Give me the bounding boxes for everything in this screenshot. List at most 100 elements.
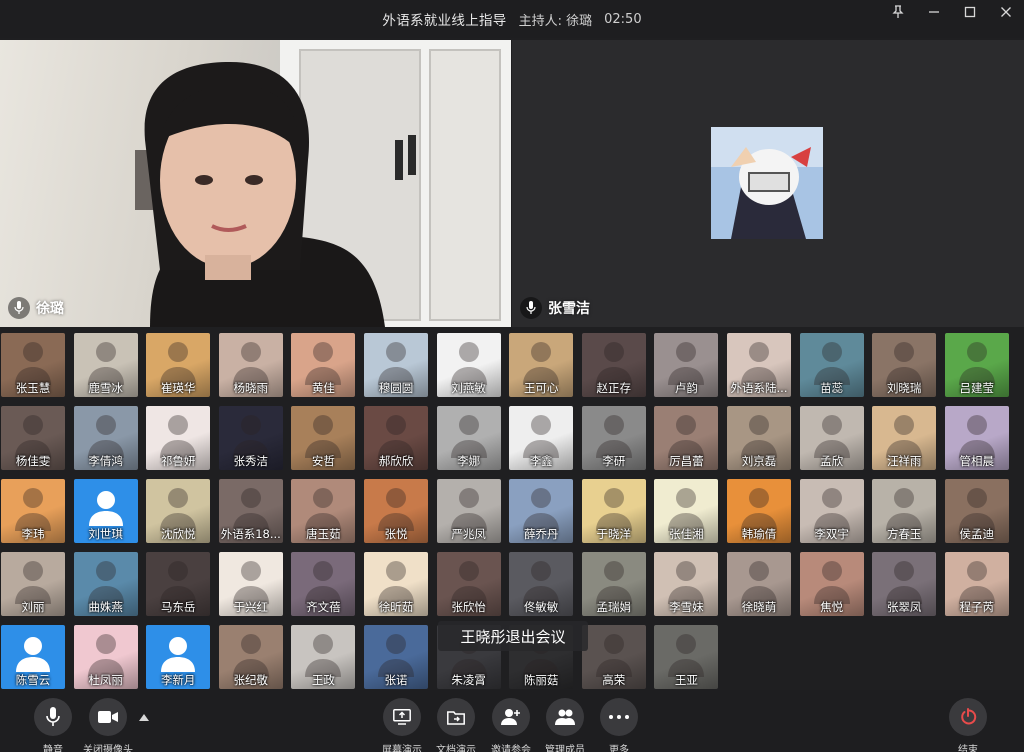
participant-tile[interactable]: 刘燕敏	[436, 333, 501, 397]
maximize-button[interactable]	[952, 0, 988, 24]
participant-tile[interactable]: 管相晨	[944, 406, 1009, 470]
participant-tile[interactable]: 刘世琪	[73, 479, 138, 543]
participant-tile[interactable]: 侯孟迪	[944, 479, 1009, 543]
avatar-photo-icon	[305, 342, 342, 386]
participant-tile[interactable]: 薛乔丹	[509, 479, 574, 543]
avatar-photo-icon	[958, 488, 995, 532]
participant-tile[interactable]: 李新月	[146, 625, 211, 689]
participant-tile[interactable]: 刘京磊	[727, 406, 791, 470]
close-button[interactable]	[988, 0, 1024, 24]
participant-tile[interactable]: 杨佳雯	[1, 406, 65, 470]
avatar-photo-icon	[305, 488, 342, 532]
participant-tile[interactable]: 张悦	[364, 479, 428, 543]
participant-tile[interactable]: 齐文蓓	[291, 552, 356, 616]
end-meeting-button[interactable]: 结束	[938, 698, 998, 752]
participant-tile[interactable]: 王可心	[509, 333, 574, 397]
participant-tile[interactable]: 程子芮	[944, 552, 1009, 616]
mute-label: 静音	[43, 745, 63, 752]
participant-tile[interactable]: 韩瑜倩	[727, 479, 791, 543]
avatar-photo-icon	[450, 488, 487, 532]
avatar-photo-icon	[668, 342, 705, 386]
participant-tile[interactable]: 李雪妹	[654, 552, 719, 616]
camera-options-toggle[interactable]	[137, 710, 151, 724]
participant-tile[interactable]: 孟瑞娟	[581, 552, 646, 616]
participant-name: 张悦	[384, 527, 408, 541]
participant-name: 徐晓萌	[741, 600, 777, 614]
main-video-participant[interactable]: 张雪洁	[512, 40, 1024, 327]
participant-tile[interactable]: 陈雪云	[1, 625, 65, 689]
participant-name: 张诺	[384, 673, 408, 687]
participant-tile[interactable]: 刘丽	[1, 552, 65, 616]
participant-tile[interactable]: 张翠凤	[872, 552, 937, 616]
participant-tile[interactable]: 张纪敬	[218, 625, 283, 689]
participant-name: 郝欣欣	[378, 454, 414, 468]
more-button[interactable]: 更多	[589, 698, 649, 752]
participant-tile[interactable]: 王政	[291, 625, 356, 689]
participant-name: 李研	[602, 454, 626, 468]
mute-button[interactable]: 静音	[23, 698, 83, 752]
add-user-icon	[501, 709, 520, 725]
participant-tile[interactable]: 鹿雪冰	[73, 333, 138, 397]
participant-tile[interactable]: 杨晓雨	[218, 333, 283, 397]
manage-members-button[interactable]: 管理成员	[535, 698, 595, 752]
avatar-photo-icon	[450, 561, 487, 605]
invite-button[interactable]: 邀请参会	[481, 698, 541, 752]
participant-tile[interactable]: 崔瑛华	[146, 333, 211, 397]
participant-name: 外语系陆...	[730, 381, 788, 395]
participant-tile[interactable]: 杜凤丽	[73, 625, 138, 689]
participant-tile[interactable]: 马东岳	[146, 552, 211, 616]
participant-tile[interactable]: 外语系陆...	[727, 333, 791, 397]
minimize-button[interactable]	[916, 0, 952, 24]
participant-tile[interactable]: 卢韵	[654, 333, 719, 397]
participant-tile[interactable]: 吕建莹	[944, 333, 1009, 397]
participant-tile[interactable]: 张玉慧	[1, 333, 65, 397]
participant-tile[interactable]: 沈欣悦	[146, 479, 211, 543]
participant-tile[interactable]: 赵正存	[581, 333, 646, 397]
participant-tile[interactable]: 苗蕊	[799, 333, 864, 397]
participant-name: 韩瑜倩	[741, 527, 777, 541]
participant-tile[interactable]: 高荣	[581, 625, 646, 689]
avatar-photo-icon	[595, 561, 632, 605]
participant-name: 曲姝燕	[88, 600, 123, 614]
participant-tile[interactable]: 王亚	[654, 625, 719, 689]
participant-tile[interactable]: 徐晓萌	[727, 552, 791, 616]
participant-tile[interactable]: 刘晓瑞	[872, 333, 937, 397]
pin-button[interactable]	[880, 0, 916, 24]
participant-tile[interactable]: 唐玉茹	[291, 479, 356, 543]
participant-tile[interactable]: 严兆凤	[436, 479, 501, 543]
doc-share-button[interactable]: 文档演示	[426, 698, 486, 752]
participant-tile[interactable]: 于晓洋	[581, 479, 646, 543]
participant-tile[interactable]: 张秀洁	[218, 406, 283, 470]
camera-off-button[interactable]: 关闭摄像头	[78, 698, 138, 752]
participant-tile[interactable]: 安哲	[291, 406, 356, 470]
participant-tile[interactable]: 焦悦	[799, 552, 864, 616]
participant-tile[interactable]: 李鑫	[509, 406, 574, 470]
participant-tile[interactable]: 黄佳	[291, 333, 356, 397]
participant-tile[interactable]: 孟欣	[799, 406, 864, 470]
participant-tile[interactable]: 祁鲁妍	[146, 406, 211, 470]
participant-tile[interactable]: 曲姝燕	[73, 552, 138, 616]
avatar-photo-icon	[813, 561, 850, 605]
participant-tile[interactable]: 厉昌蕾	[654, 406, 719, 470]
participant-tile[interactable]: 张诺	[364, 625, 428, 689]
participant-tile[interactable]: 李娜	[436, 406, 501, 470]
participant-tile[interactable]: 汪祥雨	[872, 406, 937, 470]
participant-tile[interactable]: 方春玉	[872, 479, 937, 543]
participant-tile[interactable]: 徐昕茹	[364, 552, 428, 616]
participant-tile[interactable]: 穆圆圆	[364, 333, 428, 397]
main-video-speaker[interactable]: 徐璐	[0, 40, 511, 327]
participant-name: 孟瑞娟	[596, 600, 632, 614]
participant-tile[interactable]: 李玮	[1, 479, 65, 543]
participant-tile[interactable]: 外语系18...	[218, 479, 283, 543]
participant-tile[interactable]: 李双宇	[799, 479, 864, 543]
participant-tile[interactable]: 于兴红	[218, 552, 283, 616]
participant-tile[interactable]: 张佳湘	[654, 479, 719, 543]
participant-tile[interactable]: 李倩鸿	[73, 406, 138, 470]
participant-tile[interactable]: 郝欣欣	[364, 406, 428, 470]
avatar-photo-icon	[450, 415, 487, 459]
participant-tile[interactable]: 张欣怡	[436, 552, 501, 616]
participant-name: 高荣	[602, 673, 626, 687]
participant-tile[interactable]: 李研	[581, 406, 646, 470]
screen-share-button[interactable]: 屏幕演示	[372, 698, 432, 752]
participant-tile[interactable]: 佟敏敏	[509, 552, 574, 616]
